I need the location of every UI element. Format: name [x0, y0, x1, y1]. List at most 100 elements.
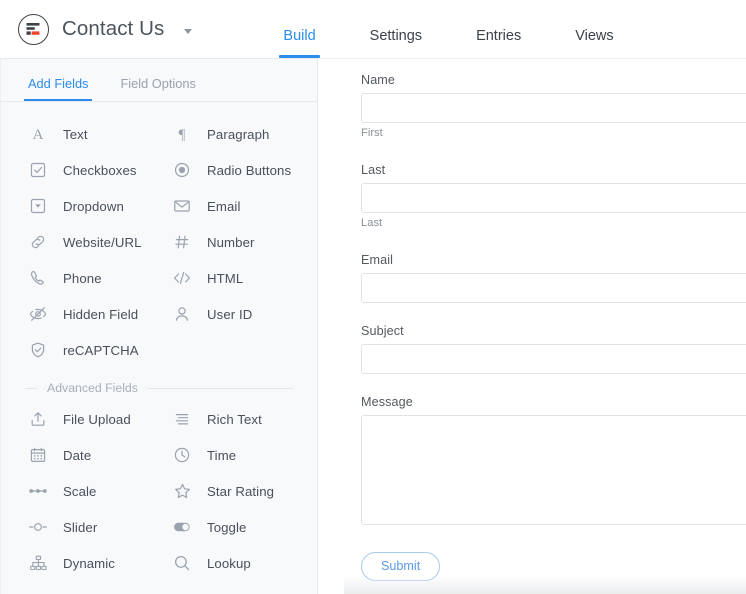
- sidebar-tab-field-options[interactable]: Field Options: [116, 78, 199, 101]
- chevron-down-icon[interactable]: [184, 29, 192, 34]
- main-tabs: Build Settings Entries Views: [256, 0, 640, 58]
- field-item-paragraph-label: Paragraph: [207, 127, 270, 142]
- basic-fields-grid: A Text ¶ Paragraph: [1, 116, 317, 368]
- field-item-lookup[interactable]: Lookup: [159, 545, 303, 581]
- preview-field-message-label: Message: [361, 395, 746, 409]
- field-item-hidden-field[interactable]: Hidden Field: [15, 296, 159, 332]
- field-item-dynamic[interactable]: Dynamic: [15, 545, 159, 581]
- pilcrow-paragraph-icon: ¶: [172, 124, 192, 144]
- tab-settings[interactable]: Settings: [343, 29, 449, 59]
- field-item-star-rating-label: Star Rating: [207, 484, 274, 499]
- field-item-number-label: Number: [207, 235, 255, 250]
- advanced-fields-divider: Advanced Fields: [25, 381, 293, 395]
- formidable-logo-icon: [18, 14, 49, 45]
- submit-button[interactable]: Submit: [361, 552, 440, 581]
- rich-text-lines-icon: [172, 409, 192, 429]
- eye-slash-hidden-icon: [28, 304, 48, 324]
- field-item-date[interactable]: Date: [15, 437, 159, 473]
- clock-time-icon: [172, 445, 192, 465]
- field-item-hidden-field-label: Hidden Field: [63, 307, 138, 322]
- tab-settings-label: Settings: [370, 28, 422, 44]
- field-item-paragraph[interactable]: ¶ Paragraph: [159, 116, 303, 152]
- preview-field-email-label: Email: [361, 253, 746, 267]
- shield-check-icon: [28, 340, 48, 360]
- field-item-website-url[interactable]: Website/URL: [15, 224, 159, 260]
- field-item-lookup-label: Lookup: [207, 556, 251, 571]
- page-title: Contact Us: [62, 17, 164, 41]
- field-item-number[interactable]: Number: [159, 224, 303, 260]
- field-item-dropdown-label: Dropdown: [63, 199, 124, 214]
- field-item-toggle[interactable]: Toggle: [159, 509, 303, 545]
- sidebar-tab-add-fields[interactable]: Add Fields: [24, 78, 92, 101]
- field-item-email-label: Email: [207, 199, 240, 214]
- preview-field-name: Name First: [361, 73, 746, 139]
- field-item-recaptcha-label: reCAPTCHA: [63, 343, 139, 358]
- field-item-checkboxes[interactable]: Checkboxes: [15, 152, 159, 188]
- preview-field-last: Last Last: [361, 163, 746, 229]
- field-item-scale[interactable]: Scale: [15, 473, 159, 509]
- radio-button-icon: [172, 160, 192, 180]
- svg-text:A: A: [33, 127, 44, 143]
- text-letter-a-icon: A: [28, 124, 48, 144]
- top-bar: Contact Us Build Settings Entries Views: [0, 0, 746, 58]
- upload-arrow-icon: [28, 409, 48, 429]
- field-item-user-id-label: User ID: [207, 307, 252, 322]
- field-item-text[interactable]: A Text: [15, 116, 159, 152]
- divider-line-left: [25, 388, 37, 389]
- tab-build-label: Build: [283, 28, 315, 44]
- field-item-phone-label: Phone: [63, 271, 102, 286]
- preview-field-subject-label: Subject: [361, 324, 746, 338]
- field-item-email[interactable]: Email: [159, 188, 303, 224]
- message-textarea[interactable]: [361, 415, 746, 525]
- field-item-html[interactable]: HTML: [159, 260, 303, 296]
- field-item-rich-text[interactable]: Rich Text: [159, 401, 303, 437]
- field-item-time[interactable]: Time: [159, 437, 303, 473]
- field-item-file-upload[interactable]: File Upload: [15, 401, 159, 437]
- submit-row: Submit: [361, 533, 746, 581]
- field-item-html-label: HTML: [207, 271, 243, 286]
- field-item-phone[interactable]: Phone: [15, 260, 159, 296]
- body-wrapper: Add Fields Field Options A Text: [0, 58, 746, 594]
- form-preview-panel: Name First Last Last Email Sub: [318, 58, 746, 594]
- preview-field-message: Message: [361, 395, 746, 525]
- field-item-checkboxes-label: Checkboxes: [63, 163, 137, 178]
- divider-line-right: [148, 388, 293, 389]
- tab-entries[interactable]: Entries: [449, 29, 548, 59]
- email-input[interactable]: [361, 273, 746, 303]
- toggle-switch-icon: [172, 517, 192, 537]
- tab-build[interactable]: Build: [256, 29, 342, 59]
- tab-entries-label: Entries: [476, 28, 521, 44]
- scale-dots-icon: [28, 481, 48, 501]
- sidebar-tab-field-options-label: Field Options: [120, 76, 195, 91]
- name-first-input[interactable]: [361, 93, 746, 123]
- slider-knob-icon: [28, 517, 48, 537]
- tab-views-label: Views: [575, 28, 613, 44]
- magnifier-search-icon: [172, 553, 192, 573]
- brand-block: Contact Us: [9, 0, 192, 58]
- subject-input[interactable]: [361, 344, 746, 374]
- user-person-icon: [172, 304, 192, 324]
- star-rating-icon: [172, 481, 192, 501]
- field-item-toggle-label: Toggle: [207, 520, 246, 535]
- advanced-fields-label: Advanced Fields: [47, 381, 138, 395]
- field-item-dynamic-label: Dynamic: [63, 556, 115, 571]
- field-item-file-upload-label: File Upload: [63, 412, 131, 427]
- field-item-slider-label: Slider: [63, 520, 97, 535]
- field-item-dropdown[interactable]: Dropdown: [15, 188, 159, 224]
- field-item-scale-label: Scale: [63, 484, 97, 499]
- name-last-input[interactable]: [361, 183, 746, 213]
- field-item-slider[interactable]: Slider: [15, 509, 159, 545]
- field-item-radio-buttons[interactable]: Radio Buttons: [159, 152, 303, 188]
- field-item-radio-buttons-label: Radio Buttons: [207, 163, 291, 178]
- field-item-date-label: Date: [63, 448, 91, 463]
- preview-field-name-label: Name: [361, 73, 746, 87]
- sidebar-tabs: Add Fields Field Options: [1, 59, 317, 102]
- sidebar-scroll-area[interactable]: A Text ¶ Paragraph: [1, 102, 317, 594]
- field-item-recaptcha[interactable]: reCAPTCHA: [15, 332, 159, 368]
- tab-views[interactable]: Views: [548, 29, 640, 59]
- svg-text:¶: ¶: [179, 127, 186, 143]
- field-item-user-id[interactable]: User ID: [159, 296, 303, 332]
- calendar-date-icon: [28, 445, 48, 465]
- field-item-star-rating[interactable]: Star Rating: [159, 473, 303, 509]
- field-item-rich-text-label: Rich Text: [207, 412, 262, 427]
